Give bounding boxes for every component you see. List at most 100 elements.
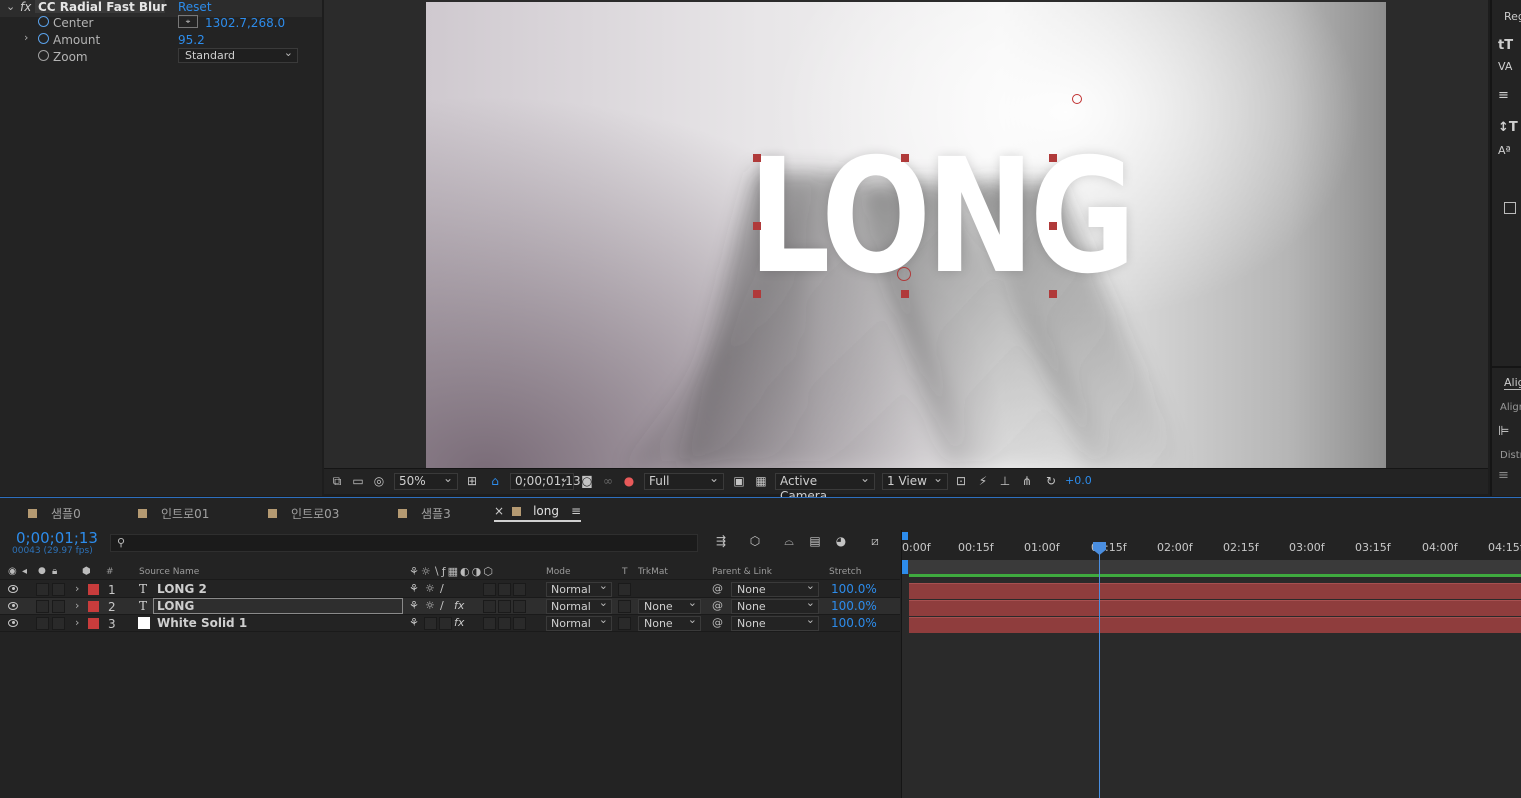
selection-handle[interactable] xyxy=(1049,222,1057,230)
lock-header-icon[interactable]: 🔒︎ xyxy=(52,566,57,577)
selection-handle[interactable] xyxy=(901,154,909,162)
selection-handle[interactable] xyxy=(1049,154,1057,162)
menu-icon[interactable]: ≡ xyxy=(571,504,581,518)
label-color[interactable] xyxy=(88,618,99,629)
work-area-handle[interactable] xyxy=(902,560,908,574)
align-left-icon[interactable]: ⊫ xyxy=(1498,424,1509,439)
camera-dropdown[interactable]: Active Camera xyxy=(775,471,875,503)
search-input[interactable]: ⚲ xyxy=(110,534,698,552)
tab-comp[interactable]: 샘플0 xyxy=(28,504,81,522)
camera-icon[interactable]: ◙ xyxy=(580,474,594,488)
tab-long-active[interactable]: × long ≡ xyxy=(494,504,582,522)
playhead-line[interactable] xyxy=(1099,550,1100,798)
parent-dropdown[interactable]: None xyxy=(731,596,819,614)
pickwhip-icon[interactable]: @ xyxy=(712,616,723,629)
work-area-start[interactable] xyxy=(902,532,908,540)
comp-flowchart-icon[interactable]: ⇶ xyxy=(714,534,728,548)
pickwhip-icon[interactable]: @ xyxy=(712,599,723,612)
selection-handle[interactable] xyxy=(753,290,761,298)
timecode-display[interactable]: 0;00;01;13 xyxy=(510,471,581,490)
mask-icon[interactable]: ◎ xyxy=(372,474,386,488)
source-name-header[interactable]: Source Name xyxy=(139,567,199,577)
shy-switch-icon[interactable]: ⚘ xyxy=(409,599,419,612)
current-time[interactable]: 0;00;01;13 xyxy=(16,529,98,547)
collapse-chevron-icon[interactable]: ⌄ xyxy=(6,0,15,13)
transparency-grid-icon[interactable]: ▦ xyxy=(754,474,768,488)
fx-icon[interactable]: fx xyxy=(20,0,31,14)
table-row[interactable]: › 3 White Solid 1 ⚘ fx Normal None @ Non… xyxy=(0,613,900,632)
tab-comp[interactable]: 샘플3 xyxy=(398,504,451,522)
mode-dropdown[interactable]: Normal xyxy=(546,579,612,597)
graph-editor-icon[interactable]: ⧄ xyxy=(868,534,882,548)
shy-switch-icon[interactable]: ⚘ xyxy=(409,582,419,595)
preserve-transparency-toggle[interactable] xyxy=(618,583,631,596)
work-area-bar[interactable] xyxy=(902,560,1521,577)
layer-bar[interactable] xyxy=(909,583,1521,599)
selection-handle[interactable] xyxy=(1049,290,1057,298)
switch-box[interactable] xyxy=(483,600,496,613)
motion-blur-icon[interactable]: ◕ xyxy=(834,534,848,548)
trkmat-dropdown[interactable]: None xyxy=(638,613,701,631)
shy-layers-icon[interactable]: ⌓ xyxy=(782,534,796,548)
selection-handle[interactable] xyxy=(753,222,761,230)
font-size-icon[interactable]: tT xyxy=(1498,38,1513,53)
monitor-icon[interactable]: ▭ xyxy=(351,474,365,488)
table-row[interactable]: › 1 T LONG 2 ⚘ ☼ ∕ Normal @ None 100.0% xyxy=(0,579,900,598)
lock-toggle[interactable] xyxy=(52,600,65,613)
stretch-value[interactable]: 100.0% xyxy=(831,616,877,630)
param-value[interactable]: 1302.7,268.0 xyxy=(205,16,285,30)
tab-comp[interactable]: 인트로01 xyxy=(138,504,209,522)
blur-center-icon[interactable] xyxy=(1072,94,1082,104)
long-text-layer[interactable]: LONG xyxy=(748,132,1136,302)
layer-name[interactable]: White Solid 1 xyxy=(157,616,247,630)
snapshot-icon[interactable]: ∞ xyxy=(601,474,615,488)
resolution-dropdown[interactable]: Full xyxy=(644,471,724,490)
lock-toggle[interactable] xyxy=(52,583,65,596)
switch-box[interactable] xyxy=(439,617,452,630)
align-tab[interactable]: Alig xyxy=(1504,376,1521,390)
stopwatch-icon[interactable] xyxy=(38,16,49,27)
switch-box[interactable] xyxy=(483,617,496,630)
views-dropdown[interactable]: 1 View xyxy=(882,471,948,490)
switch-box[interactable] xyxy=(498,600,511,613)
switch-box[interactable] xyxy=(513,600,526,613)
stretch-value[interactable]: 100.0% xyxy=(831,599,877,613)
param-value[interactable]: 95.2 xyxy=(178,33,205,47)
eye-icon[interactable] xyxy=(8,585,18,593)
fast-preview-icon[interactable]: ⚡ xyxy=(976,474,990,488)
anchor-point-icon[interactable] xyxy=(897,267,911,281)
timeline-icon[interactable]: ⊥ xyxy=(998,474,1012,488)
label-header-icon[interactable]: ⬢ xyxy=(82,566,91,577)
solo-toggle[interactable] xyxy=(36,600,49,613)
eye-icon[interactable] xyxy=(8,619,18,627)
expand-chevron-icon[interactable]: › xyxy=(75,582,79,595)
fx-switch-icon[interactable]: fx xyxy=(454,616,464,629)
eye-icon[interactable] xyxy=(8,602,18,610)
checkbox[interactable] xyxy=(1504,202,1516,214)
parent-dropdown[interactable]: None xyxy=(731,613,819,631)
quality-switch-icon[interactable]: ∕ xyxy=(440,599,444,612)
switch-box[interactable] xyxy=(498,617,511,630)
fx-switch-icon[interactable]: fx xyxy=(454,599,464,612)
kerning-icon[interactable]: VA xyxy=(1498,60,1512,73)
label-color[interactable] xyxy=(88,584,99,595)
baseline-shift-icon[interactable]: Aª xyxy=(1498,144,1511,157)
table-row[interactable]: › 2 T LONG ⚘ ☼ ∕ fx Normal None @ None 1… xyxy=(0,596,900,615)
stopwatch-icon[interactable] xyxy=(38,33,49,44)
shy-switch-icon[interactable]: ⚘ xyxy=(409,616,419,629)
expand-chevron-icon[interactable]: › xyxy=(24,31,28,44)
eye-header-icon[interactable]: ◉ xyxy=(8,566,17,577)
fit-icon[interactable]: ⊞ xyxy=(465,474,479,488)
zoom-dropdown[interactable]: Standard ⌄ xyxy=(178,46,298,63)
collapse-switch-icon[interactable]: ☼ xyxy=(425,582,435,595)
solo-toggle[interactable] xyxy=(36,583,49,596)
switch-box[interactable] xyxy=(483,583,496,596)
roi-icon[interactable]: ▣ xyxy=(732,474,746,488)
reset-link[interactable]: Reset xyxy=(178,0,212,14)
zoom-dropdown[interactable]: 50% xyxy=(394,471,458,490)
reset-exposure-icon[interactable]: ↻ xyxy=(1044,474,1058,488)
parent-dropdown[interactable]: None xyxy=(731,579,819,597)
stopwatch-icon[interactable] xyxy=(38,50,49,61)
crosshair-icon[interactable]: ⌖ xyxy=(178,15,198,28)
layer-bar[interactable] xyxy=(909,600,1521,616)
